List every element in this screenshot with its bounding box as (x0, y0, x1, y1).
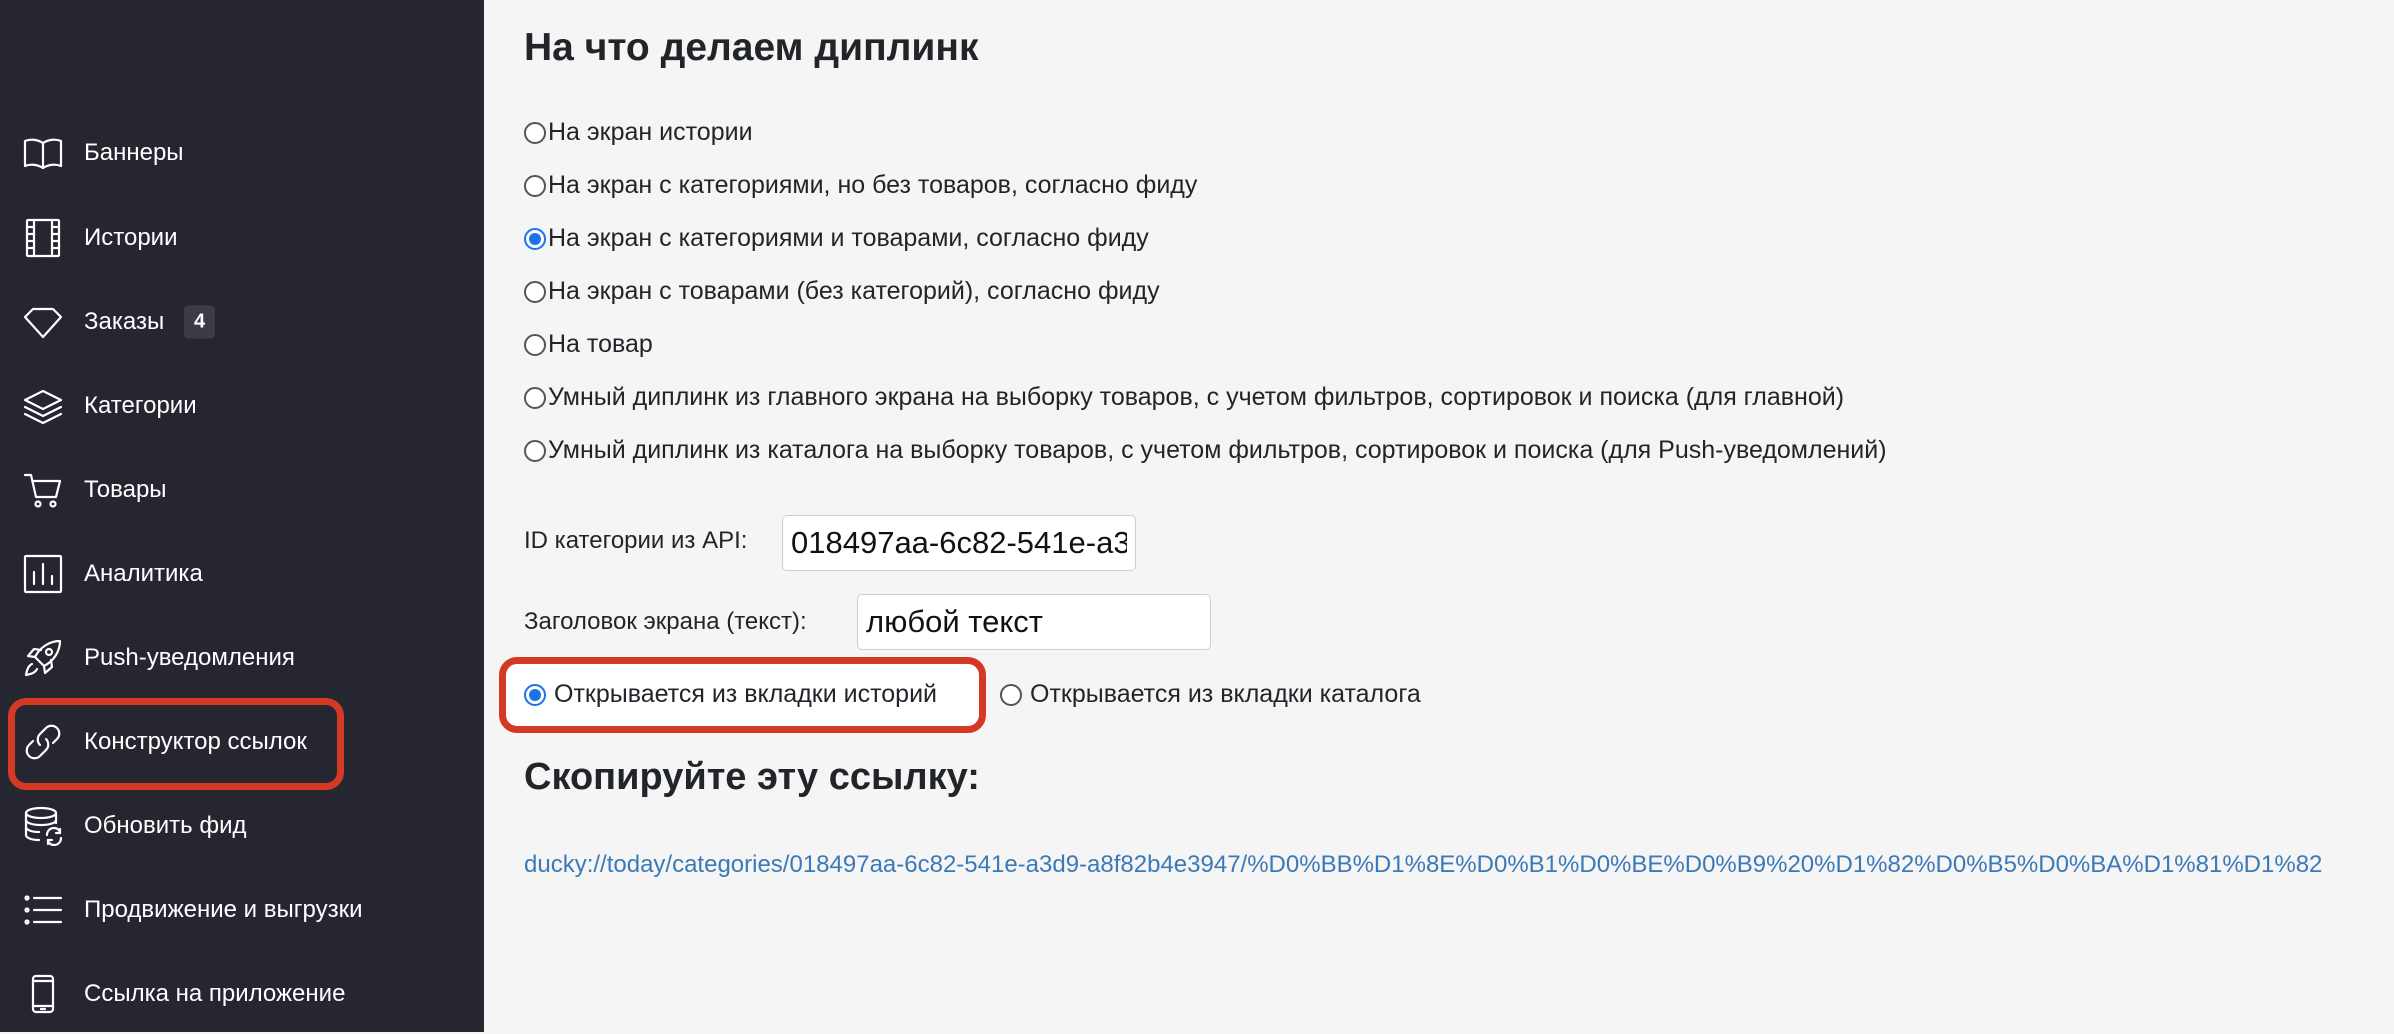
screen-title-input[interactable] (857, 594, 1211, 650)
sidebar-item-label: Товары (84, 476, 167, 503)
sidebar-item-label: Продвижение и выгрузки (84, 896, 363, 923)
radio-button[interactable] (524, 439, 546, 462)
sidebar-item-link-builder[interactable]: Конструктор ссылок (0, 702, 484, 782)
radio-button[interactable] (524, 121, 546, 144)
radio-button[interactable] (524, 683, 546, 706)
sidebar-item-label: Заказы (84, 308, 165, 335)
option-label: Умный диплинк из каталога на выборку тов… (548, 436, 1887, 464)
rocket-icon (22, 637, 64, 679)
radio-button[interactable] (524, 174, 546, 197)
target-option-products-only[interactable]: На экран с товарами (без категорий), сог… (524, 277, 1160, 306)
main-content: На что делаем диплинк На экран истории Н… (484, 0, 2394, 1032)
radio-button[interactable] (1000, 683, 1022, 706)
radio-button[interactable] (524, 227, 546, 250)
diamond-icon (22, 301, 64, 343)
book-icon (22, 132, 64, 174)
sidebar-item-promotion[interactable]: Продвижение и выгрузки (0, 870, 484, 950)
option-label: На экран с товарами (без категорий), сог… (548, 277, 1160, 305)
screen-title-label: Заголовок экрана (текст): (524, 608, 807, 635)
target-option-categories-no-products[interactable]: На экран с категориями, но без товаров, … (524, 171, 1197, 200)
radio-button[interactable] (524, 386, 546, 409)
target-option-story[interactable]: На экран истории (524, 118, 753, 147)
sidebar-item-label: Категории (84, 392, 197, 419)
sidebar-item-update-feed[interactable]: Обновить фид (0, 786, 484, 866)
sidebar-item-orders[interactable]: Заказы 4 (0, 282, 484, 362)
sidebar-item-stories[interactable]: Истории (0, 198, 484, 278)
sidebar-item-categories[interactable]: Категории (0, 366, 484, 446)
option-label: Открывается из вкладки историй (554, 680, 938, 708)
option-label: Открывается из вкладки каталога (1030, 680, 1421, 708)
source-option-stories[interactable]: Открывается из вкладки историй (524, 680, 937, 709)
target-option-smart-catalog[interactable]: Умный диплинк из каталога на выборку тов… (524, 436, 1887, 465)
link-icon (22, 721, 64, 763)
sidebar-item-products[interactable]: Товары (0, 450, 484, 530)
sidebar-item-label: Push-уведомления (84, 644, 295, 671)
option-label: Умный диплинк из главного экрана на выбо… (548, 383, 1845, 411)
option-label: На экран с категориями и товарами, согла… (548, 224, 1149, 252)
page-title: На что делаем диплинк (524, 26, 979, 69)
list-icon (22, 889, 64, 931)
option-label: На экран истории (548, 118, 753, 146)
category-id-label: ID категории из API: (524, 527, 748, 554)
target-option-product[interactable]: На товар (524, 330, 653, 359)
radio-button[interactable] (524, 333, 546, 356)
target-option-categories-with-products[interactable]: На экран с категориями и товарами, согла… (524, 224, 1149, 253)
cart-icon (22, 469, 64, 511)
target-option-smart-main[interactable]: Умный диплинк из главного экрана на выбо… (524, 383, 1844, 412)
phone-icon (22, 973, 64, 1015)
film-icon (22, 217, 64, 259)
sidebar-item-label: Ссылка на приложение (84, 980, 346, 1007)
sidebar-item-label: Истории (84, 224, 178, 251)
layers-icon (22, 385, 64, 427)
option-label: На товар (548, 330, 653, 358)
sidebar-item-label: Баннеры (84, 139, 184, 166)
bar-chart-icon (22, 553, 64, 595)
sidebar-item-label: Конструктор ссылок (84, 728, 307, 755)
sidebar-item-push[interactable]: Push-уведомления (0, 618, 484, 698)
sidebar: Баннеры Истории Заказы 4 Категории Товар… (0, 0, 484, 1032)
sidebar-item-banners[interactable]: Баннеры (0, 113, 484, 193)
sidebar-item-label: Обновить фид (84, 812, 247, 839)
option-label: На экран с категориями, но без товаров, … (548, 171, 1198, 199)
sidebar-item-analytics[interactable]: Аналитика (0, 534, 484, 614)
sidebar-item-label: Аналитика (84, 560, 203, 587)
category-id-input[interactable] (782, 515, 1136, 571)
source-option-catalog[interactable]: Открывается из вкладки каталога (1000, 680, 1421, 709)
sidebar-item-app-link[interactable]: Ссылка на приложение (0, 954, 484, 1034)
radio-button[interactable] (524, 280, 546, 303)
orders-count-badge: 4 (184, 305, 216, 339)
copy-heading: Скопируйте эту ссылку: (524, 756, 980, 798)
database-refresh-icon (22, 805, 64, 847)
result-link[interactable]: ducky://today/categories/018497aa-6c82-5… (524, 851, 2322, 879)
